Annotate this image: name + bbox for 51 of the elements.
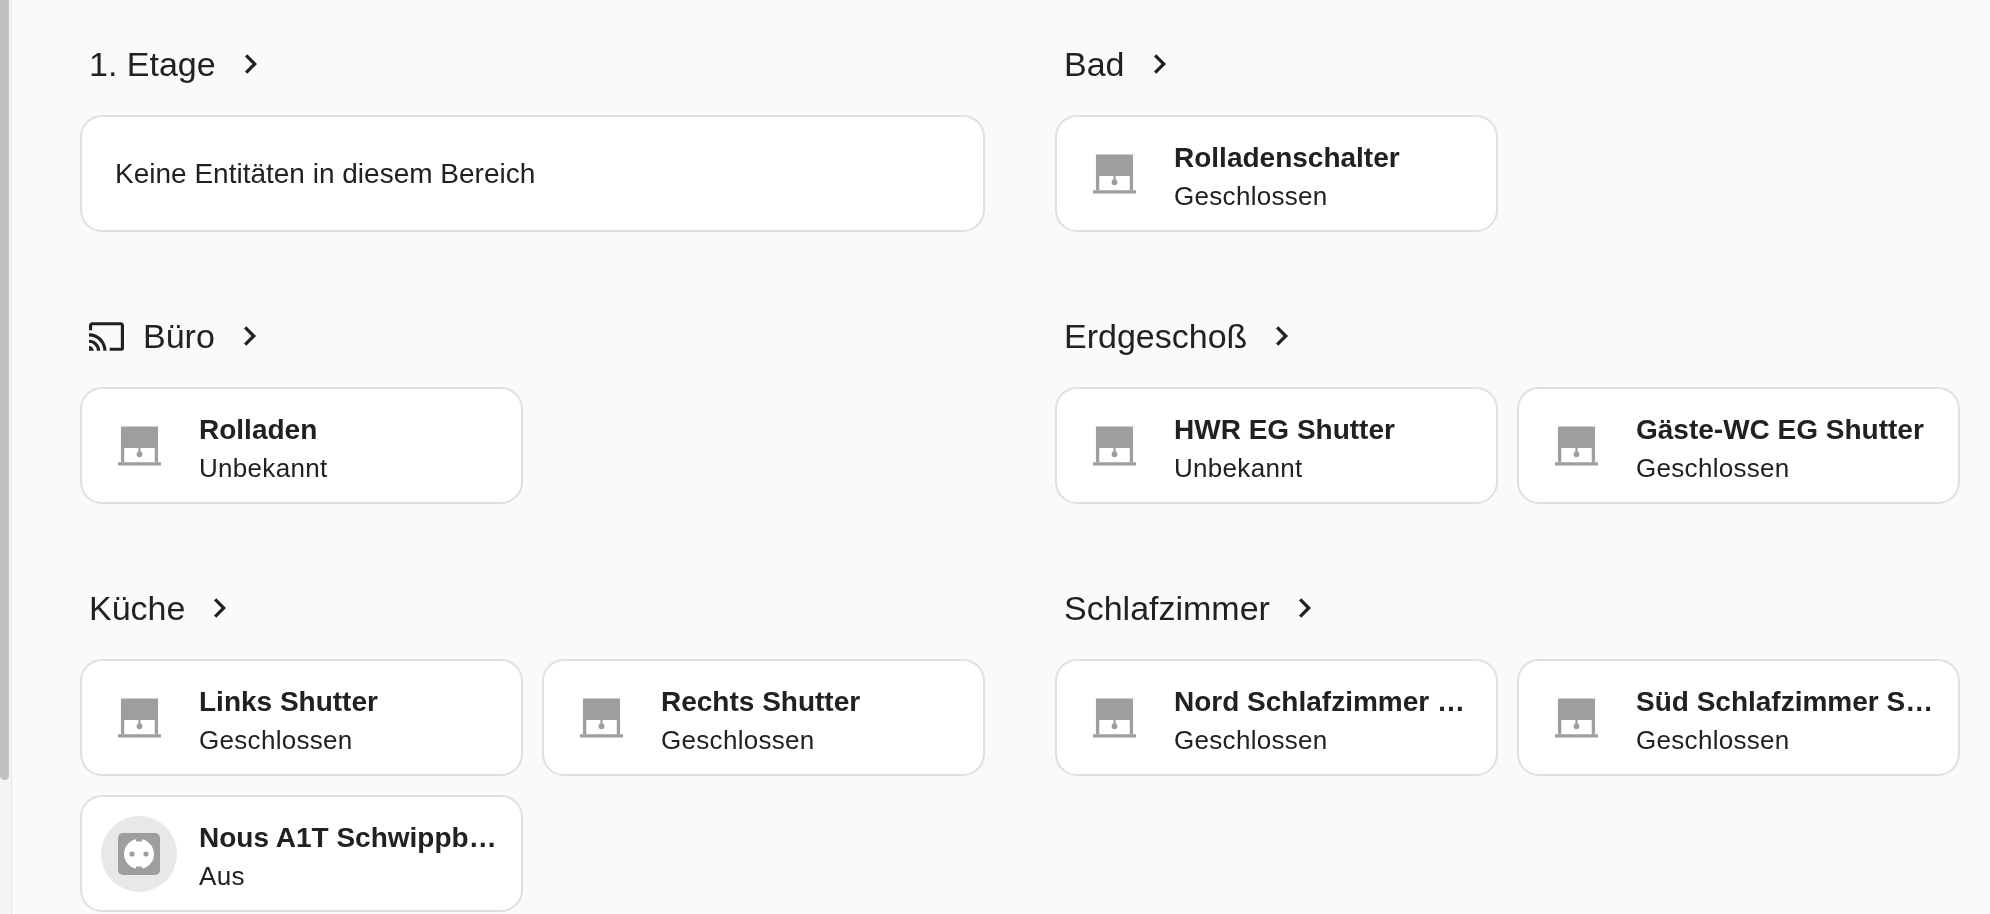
entity-name: Links Shutter (199, 685, 378, 719)
entity-state: Geschlossen (1636, 724, 1790, 756)
entity-state: Unbekannt (199, 452, 328, 484)
shutter-icon (579, 697, 623, 738)
entity-card[interactable]: HWR EG Shutter Unbekannt (1055, 387, 1498, 504)
entity-state: Unbekannt (1174, 452, 1303, 484)
area-link[interactable]: Schlafzimmer (1064, 578, 1311, 638)
entity-state: Geschlossen (1174, 724, 1328, 756)
entity-card[interactable]: Nous A1T Schwippb… Aus (80, 795, 523, 912)
entity-card[interactable]: Links Shutter Geschlossen (80, 659, 523, 776)
area-link[interactable]: Erdgeschoß (1064, 306, 1289, 366)
entity-name: Nord Schlafzimmer … (1174, 685, 1465, 719)
entity-name: HWR EG Shutter (1174, 413, 1395, 447)
shutter-icon (1092, 425, 1136, 466)
entity-card[interactable]: Rolladenschalter Geschlossen (1055, 115, 1498, 232)
shutter-icon (1092, 153, 1136, 194)
entity-state: Aus (199, 860, 245, 892)
entity-card[interactable]: Nord Schlafzimmer … Geschlossen (1055, 659, 1498, 776)
area-link[interactable]: Büro (89, 306, 256, 366)
entity-state: Geschlossen (661, 724, 815, 756)
entity-name: Rechts Shutter (661, 685, 861, 719)
entity-card[interactable]: Gäste-WC EG Shutter Geschlossen (1517, 387, 1960, 504)
chevron-right-icon (214, 598, 227, 618)
entity-state: Geschlossen (1636, 452, 1790, 484)
entity-card[interactable]: Rolladen Unbekannt (80, 387, 523, 504)
empty-area-message: Keine Entitäten in diesem Bereich (80, 115, 985, 232)
chevron-right-icon (1298, 598, 1311, 618)
shutter-icon (117, 697, 161, 738)
entity-card[interactable]: Süd Schlafzimmer S… Geschlossen (1517, 659, 1960, 776)
chevron-right-icon (243, 326, 256, 346)
area-link[interactable]: Bad (1064, 34, 1166, 94)
entity-name: Nous A1T Schwippb… (199, 821, 497, 855)
entity-name: Süd Schlafzimmer S… (1636, 685, 1934, 719)
scrollbar-thumb[interactable] (0, 0, 9, 780)
shutter-icon (1554, 425, 1598, 466)
chevron-right-icon (1276, 326, 1289, 346)
area-link[interactable]: 1. Etage (89, 34, 257, 94)
entity-name: Gäste-WC EG Shutter (1636, 413, 1924, 447)
cast-icon (89, 321, 124, 351)
shutter-icon (1554, 697, 1598, 738)
entity-name: Rolladenschalter (1174, 141, 1400, 175)
shutter-icon (1092, 697, 1136, 738)
power-socket-icon[interactable] (101, 815, 177, 892)
area-link[interactable]: Küche (89, 578, 227, 638)
entity-state: Geschlossen (1174, 180, 1328, 212)
shutter-icon (117, 425, 161, 466)
chevron-right-icon (244, 54, 257, 74)
entity-name: Rolladen (199, 413, 318, 447)
entity-card[interactable]: Rechts Shutter Geschlossen (542, 659, 985, 776)
entity-state: Geschlossen (199, 724, 353, 756)
chevron-right-icon (1153, 54, 1166, 74)
